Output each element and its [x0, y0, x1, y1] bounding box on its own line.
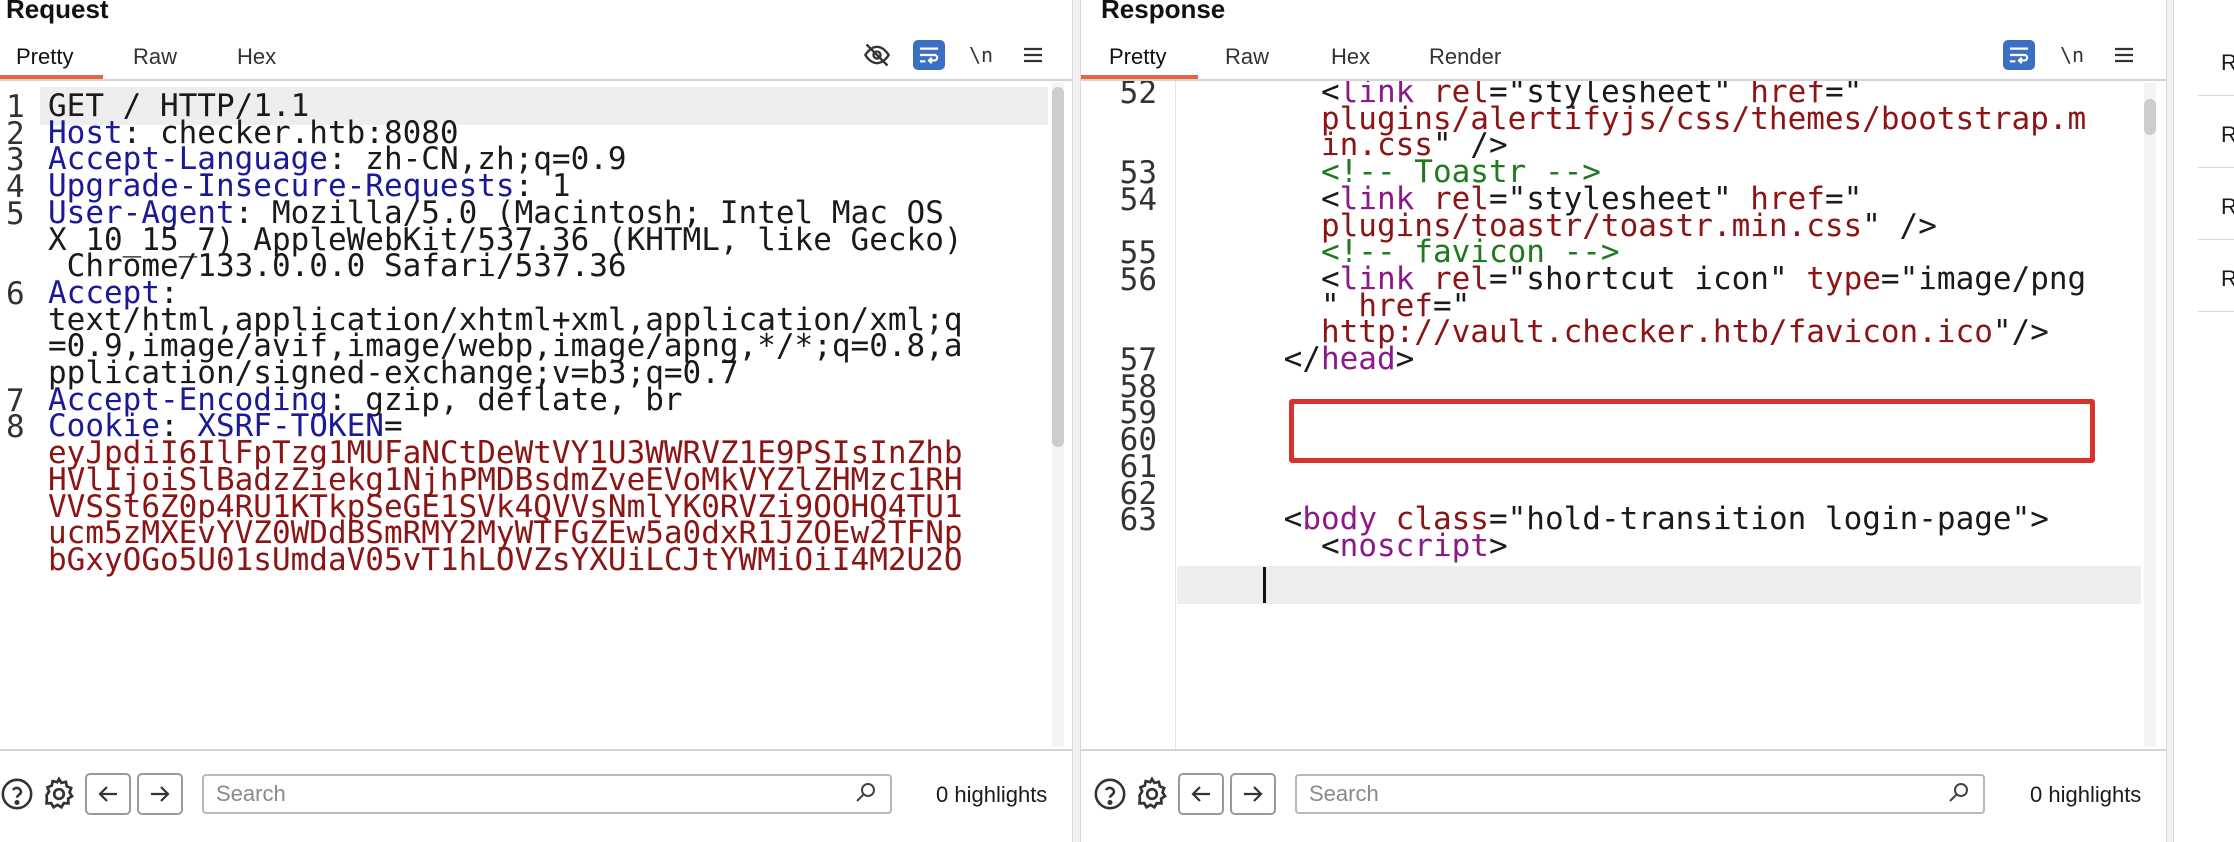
line-number: 63	[1119, 502, 1157, 539]
gear-icon[interactable]	[1129, 771, 1175, 817]
response-scrollbar[interactable]	[2144, 83, 2156, 747]
line-number: 56	[1119, 261, 1157, 298]
pane-splitter[interactable]	[1072, 0, 1081, 842]
code-token: <	[1209, 527, 1340, 564]
menu-icon[interactable]	[1016, 38, 1050, 72]
response-tab-render[interactable]: Render	[1429, 44, 1501, 78]
response-highlights-count: 0 highlights	[2030, 782, 2142, 807]
current-line-highlight	[1177, 566, 2141, 604]
line-number: 5	[6, 195, 25, 232]
code-line: <noscript>	[1209, 527, 1508, 565]
response-tab-hex[interactable]: Hex	[1331, 44, 1370, 78]
code-token: ="image/png	[1880, 260, 2087, 297]
pane-splitter[interactable]	[2166, 0, 2174, 842]
request-scrollbar[interactable]	[1052, 83, 1064, 747]
arrow-right-icon[interactable]	[1230, 773, 1276, 815]
line-number: 54	[1119, 181, 1157, 218]
help-icon[interactable]	[1087, 771, 1133, 817]
response-tab-pretty[interactable]: Pretty	[1109, 44, 1166, 78]
request-tab-pretty[interactable]: Pretty	[16, 44, 73, 78]
code-token: ="hold-transition login-page">	[1488, 501, 2049, 538]
sidebar-item-label: Res	[2221, 266, 2234, 292]
sidebar-item-request-query[interactable]: Req	[2198, 96, 2234, 168]
request-line-numbers: 12345678	[0, 81, 40, 749]
newline-toggle-icon[interactable]: \n	[2055, 38, 2089, 72]
code-token: >	[1488, 527, 1508, 564]
wrap-icon[interactable]	[2003, 40, 2035, 70]
line-number: 8	[6, 409, 25, 446]
code-token: </	[1209, 341, 1321, 377]
request-search-input[interactable]	[202, 774, 892, 814]
code-line: </head>	[1209, 340, 1415, 378]
wrap-icon[interactable]	[913, 40, 945, 70]
response-pane: Response Pretty Raw Hex Render \n 52 53 54…	[1081, 0, 2166, 842]
sidebar-item-label: Req	[2221, 122, 2234, 148]
sidebar-item-label: Req	[2221, 194, 2234, 220]
request-tab-raw[interactable]: Raw	[133, 44, 177, 78]
help-icon[interactable]	[0, 771, 40, 817]
response-title: Response	[1101, 0, 1226, 24]
response-editor[interactable]: 52 53 54 55 56 57 58 59 60 61 62 63 <link rel="styl…	[1081, 81, 2166, 749]
gear-icon[interactable]	[36, 771, 82, 817]
response-line-numbers: 52 53 54 55 56 57 58 59 60 61 62 63	[1081, 81, 1176, 749]
sidebar-item-label: Req	[2221, 50, 2234, 76]
sidebar-item-request-headers[interactable]: Req	[2198, 168, 2234, 240]
text-caret	[1263, 567, 1266, 603]
request-title: Request	[6, 0, 109, 24]
inspector-sidebar: Req Req Req Res	[2174, 0, 2234, 842]
request-pane: Request Pretty Raw Hex \n 12345678 GET /…	[0, 0, 1072, 842]
newline-toggle-icon[interactable]: \n	[964, 38, 998, 72]
response-tab-raw[interactable]: Raw	[1225, 44, 1269, 78]
code-token: head	[1320, 341, 1396, 377]
search-icon[interactable]	[854, 780, 882, 808]
sidebar-item-response-headers[interactable]: Res	[2198, 240, 2234, 312]
arrow-left-icon[interactable]	[1178, 773, 1224, 815]
arrow-left-icon[interactable]	[85, 773, 131, 815]
request-editor[interactable]: 12345678 GET / HTTP/1.1 Host: checker.htb…	[0, 81, 1072, 749]
eye-off-icon[interactable]	[860, 38, 894, 72]
search-icon[interactable]	[1947, 780, 1975, 808]
line-number: 52	[1119, 81, 1157, 111]
code-token: noscript	[1339, 527, 1489, 564]
arrow-right-icon[interactable]	[137, 773, 183, 815]
request-highlights-count: 0 highlights	[936, 782, 1048, 807]
menu-icon[interactable]	[2107, 38, 2141, 72]
line-number: 6	[6, 275, 25, 312]
code-token: type	[1806, 260, 1881, 297]
code-token: >	[1395, 341, 1415, 377]
request-scrollbar-thumb[interactable]	[1052, 87, 1064, 447]
code-token: bGxyOGo5U01sUmdaV05vT1hLOVZsYXUiLCJtYWMi…	[48, 541, 963, 578]
request-tab-hex[interactable]: Hex	[237, 44, 276, 78]
code-token: "/>	[1992, 314, 2049, 351]
code-line: bGxyOGo5U01sUmdaV05vT1hLOVZsYXUiLCJtYWMi…	[48, 541, 963, 579]
sidebar-item-request-attributes[interactable]: Req	[2198, 24, 2234, 96]
code-token: ="shortcut icon"	[1488, 260, 1807, 297]
response-search-input[interactable]	[1295, 774, 1985, 814]
annotation-highlight-box	[1289, 399, 2095, 463]
response-scrollbar-thumb[interactable]	[2144, 99, 2156, 135]
code-token: " />	[1862, 207, 1937, 244]
